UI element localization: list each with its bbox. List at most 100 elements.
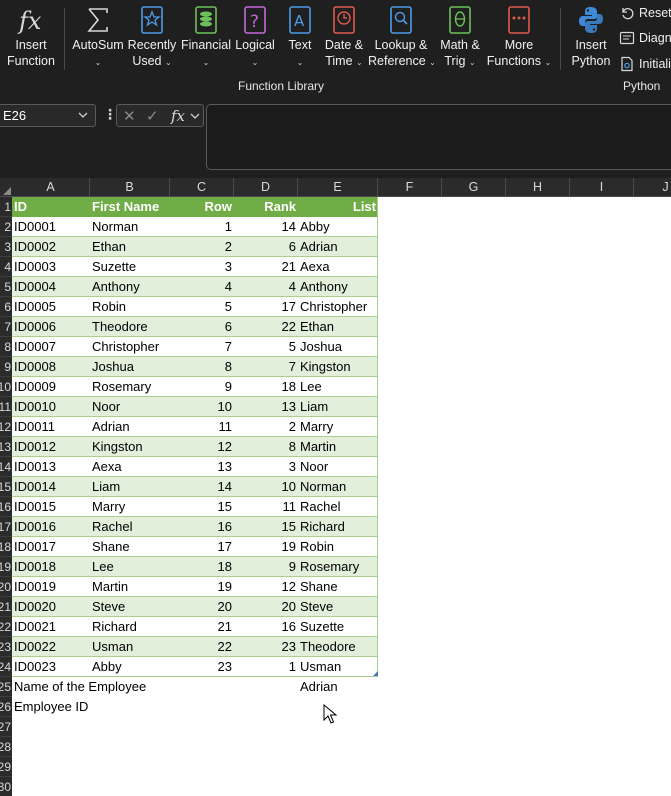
cell-list[interactable]: Liam <box>298 397 378 417</box>
cell-first-name[interactable]: Usman <box>90 637 170 657</box>
cell-list[interactable]: Noor <box>298 457 378 477</box>
cell-first-name[interactable]: Rachel <box>90 517 170 537</box>
row-header[interactable]: 12 <box>0 417 12 437</box>
cell-row[interactable]: 7 <box>170 337 234 357</box>
cell-first-name[interactable]: Liam <box>90 477 170 497</box>
autosum-button[interactable]: AutoSum ⌄ <box>68 0 128 80</box>
cell-first-name[interactable]: Richard <box>90 617 170 637</box>
cell-id[interactable]: ID0009 <box>12 377 90 397</box>
cell-rank[interactable]: 10 <box>234 477 298 497</box>
cell-first-name[interactable]: Theodore <box>90 317 170 337</box>
header-cell-rank[interactable]: Rank <box>234 197 298 217</box>
enter-check-icon[interactable]: ✓ <box>146 107 159 125</box>
cell-list[interactable]: Abby <box>298 217 378 237</box>
cell-first-name[interactable]: Norman <box>90 217 170 237</box>
cell-row[interactable]: 6 <box>170 317 234 337</box>
cell-row[interactable]: 1 <box>170 217 234 237</box>
cell-first-name[interactable]: Noor <box>90 397 170 417</box>
cell-rank[interactable]: 18 <box>234 377 298 397</box>
cell-rank[interactable]: 20 <box>234 597 298 617</box>
header-cell-first-name[interactable]: First Name <box>90 197 170 217</box>
row-header[interactable]: 2 <box>0 217 12 237</box>
cell-rank[interactable]: 9 <box>234 557 298 577</box>
row-header[interactable]: 28 <box>0 737 12 757</box>
cell-rank[interactable]: 19 <box>234 537 298 557</box>
cell-row[interactable]: 9 <box>170 377 234 397</box>
row-header[interactable]: 20 <box>0 577 12 597</box>
row-header[interactable]: 4 <box>0 257 12 277</box>
column-header-i[interactable]: I <box>570 178 634 197</box>
cell-first-name[interactable]: Christopher <box>90 337 170 357</box>
row-header[interactable]: 29 <box>0 757 12 777</box>
cell-a26[interactable]: Employee ID <box>12 697 212 717</box>
cell-id[interactable]: ID0007 <box>12 337 90 357</box>
cell-list[interactable]: Lee <box>298 377 378 397</box>
cell-list[interactable]: Aexa <box>298 257 378 277</box>
cell-list[interactable]: Theodore <box>298 637 378 657</box>
cell-first-name[interactable]: Suzette <box>90 257 170 277</box>
cell-id[interactable]: ID0008 <box>12 357 90 377</box>
cell-list[interactable]: Christopher <box>298 297 378 317</box>
row-header[interactable]: 9 <box>0 357 12 377</box>
cell-first-name[interactable]: Aexa <box>90 457 170 477</box>
cell-id[interactable]: ID0017 <box>12 537 90 557</box>
cell-list[interactable]: Steve <box>298 597 378 617</box>
cell-id[interactable]: ID0006 <box>12 317 90 337</box>
cell-rank[interactable]: 16 <box>234 617 298 637</box>
cell-rank[interactable]: 1 <box>234 657 298 677</box>
cell-row[interactable]: 13 <box>170 457 234 477</box>
cell-e25[interactable]: Adrian <box>298 677 378 697</box>
row-header[interactable]: 10 <box>0 377 12 397</box>
lookup-reference-button[interactable]: Lookup & Reference ⌄ <box>368 0 436 80</box>
cell-id[interactable]: ID0020 <box>12 597 90 617</box>
cell-id[interactable]: ID0010 <box>12 397 90 417</box>
cell-list[interactable]: Marry <box>298 417 378 437</box>
header-cell-list[interactable]: List <box>298 197 378 217</box>
logical-button[interactable]: ? Logical ⌄ <box>232 0 278 80</box>
header-cell-row[interactable]: Row <box>170 197 234 217</box>
chevron-down-icon[interactable] <box>77 107 89 123</box>
cell-row[interactable]: 17 <box>170 537 234 557</box>
cancel-icon[interactable]: ✕ <box>123 107 136 125</box>
cell-row[interactable]: 19 <box>170 577 234 597</box>
cell-row[interactable]: 15 <box>170 497 234 517</box>
chevron-down-icon[interactable] <box>189 110 201 122</box>
cell-first-name[interactable]: Anthony <box>90 277 170 297</box>
row-header[interactable]: 6 <box>0 297 12 317</box>
financial-button[interactable]: Financial ⌄ <box>180 0 232 80</box>
column-header-c[interactable]: C <box>170 178 234 197</box>
cell-rank[interactable]: 13 <box>234 397 298 417</box>
row-header[interactable]: 26 <box>0 697 12 717</box>
cell-id[interactable]: ID0015 <box>12 497 90 517</box>
cell-first-name[interactable]: Rosemary <box>90 377 170 397</box>
cell-rank[interactable]: 14 <box>234 217 298 237</box>
cell-list[interactable]: Joshua <box>298 337 378 357</box>
date-time-button[interactable]: Date & Time ⌄ <box>321 0 367 80</box>
cell-first-name[interactable]: Lee <box>90 557 170 577</box>
cell-id[interactable]: ID0005 <box>12 297 90 317</box>
row-header[interactable]: 11 <box>0 397 12 417</box>
cell-list[interactable]: Suzette <box>298 617 378 637</box>
recently-used-button[interactable]: Recently Used ⌄ <box>127 0 177 80</box>
column-header-f[interactable]: F <box>378 178 442 197</box>
column-header-h[interactable]: H <box>506 178 570 197</box>
cell-id[interactable]: ID0011 <box>12 417 90 437</box>
column-header-j[interactable]: J <box>634 178 671 197</box>
cell-first-name[interactable]: Ethan <box>90 237 170 257</box>
diagnostics-button[interactable]: Diagn <box>619 28 671 48</box>
row-header[interactable]: 27 <box>0 717 12 737</box>
cell-e26[interactable] <box>298 697 378 717</box>
cell-id[interactable]: ID0022 <box>12 637 90 657</box>
row-header[interactable]: 3 <box>0 237 12 257</box>
row-header[interactable]: 19 <box>0 557 12 577</box>
cell-row[interactable]: 20 <box>170 597 234 617</box>
cell-row[interactable]: 5 <box>170 297 234 317</box>
cell-row[interactable]: 10 <box>170 397 234 417</box>
cell-row[interactable]: 16 <box>170 517 234 537</box>
cell-first-name[interactable]: Joshua <box>90 357 170 377</box>
more-functions-button[interactable]: More Functions ⌄ <box>486 0 552 80</box>
cell-rank[interactable]: 22 <box>234 317 298 337</box>
cell-list[interactable]: Adrian <box>298 237 378 257</box>
table-resize-handle[interactable] <box>373 671 378 676</box>
reset-button[interactable]: Reset <box>619 3 671 23</box>
